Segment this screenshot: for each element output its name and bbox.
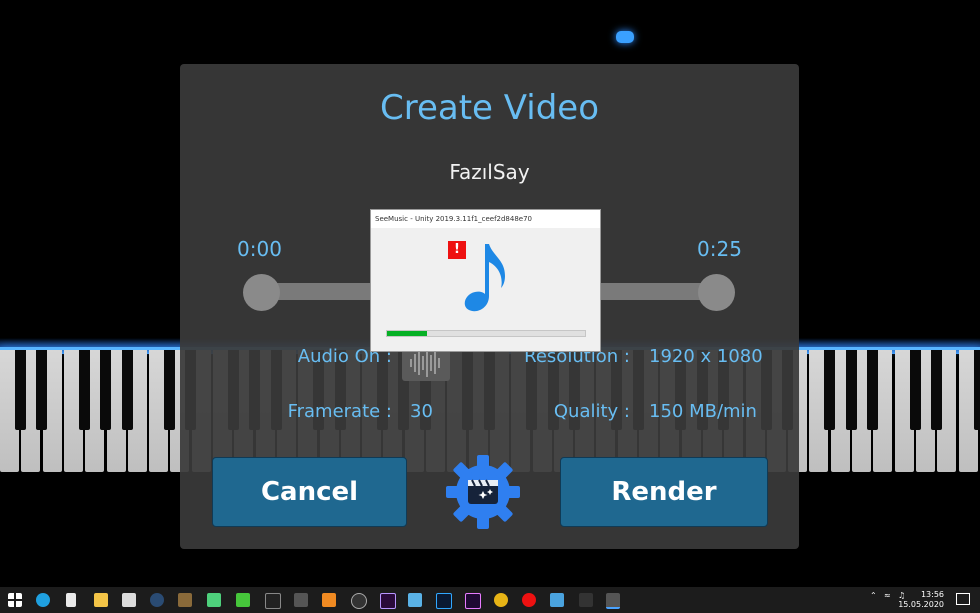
premiere-icon[interactable] xyxy=(465,593,481,609)
quality-value[interactable]: 150 MB/min xyxy=(649,401,757,422)
obs-icon[interactable] xyxy=(351,593,367,609)
loading-progress-fill xyxy=(387,331,427,336)
framerate-label: Framerate : xyxy=(287,401,392,422)
equalizer-icon[interactable] xyxy=(265,593,281,609)
music-note-icon xyxy=(464,244,505,312)
quality-label: Quality : xyxy=(553,401,630,422)
image-viewer-icon[interactable] xyxy=(408,593,422,607)
black-key xyxy=(845,350,857,430)
windows-start-icon[interactable] xyxy=(8,593,22,607)
black-key xyxy=(121,350,133,430)
resolution-value[interactable]: 1920 x 1080 xyxy=(649,346,763,367)
render-button[interactable]: Render xyxy=(560,457,768,527)
end-time: 0:25 xyxy=(697,237,742,261)
black-key xyxy=(78,350,90,430)
notifications-icon[interactable] xyxy=(956,593,970,605)
black-key xyxy=(15,350,26,430)
unity-taskbar-icon[interactable] xyxy=(606,593,620,609)
black-key xyxy=(164,350,176,430)
loading-window-title: SeeMusic - Unity 2019.3.11f1_ceef2d848e7… xyxy=(371,210,600,228)
black-key xyxy=(973,350,980,430)
game-icon[interactable] xyxy=(178,593,192,607)
document-icon[interactable] xyxy=(66,593,76,607)
loading-progress-bar xyxy=(386,330,586,337)
clock-date: 15.05.2020 xyxy=(898,600,944,609)
end-time-handle[interactable] xyxy=(698,274,735,311)
network-icon[interactable]: ≈ xyxy=(884,591,891,600)
camtasia-icon[interactable] xyxy=(236,593,250,607)
black-key xyxy=(36,350,48,430)
windows-taskbar: ⌃ ≈ ♫ 13:56 15.05.2020 xyxy=(0,587,980,613)
unity-loading-window: SeeMusic - Unity 2019.3.11f1_ceef2d848e7… xyxy=(370,209,601,352)
black-key xyxy=(100,350,112,430)
song-name: FazılSay xyxy=(449,160,530,184)
seemusic-taskbar-icon[interactable] xyxy=(579,593,593,607)
after-effects-icon[interactable] xyxy=(380,593,396,609)
dialog-title: Create Video xyxy=(379,88,600,128)
skype-icon[interactable] xyxy=(36,593,50,607)
video-settings-gear-icon[interactable] xyxy=(444,453,522,531)
black-key xyxy=(909,350,921,430)
photoshop-icon[interactable] xyxy=(436,593,452,609)
system-clock[interactable]: 13:56 15.05.2020 xyxy=(898,590,944,610)
mail-icon[interactable] xyxy=(550,593,564,607)
notepad-icon[interactable] xyxy=(122,593,136,607)
start-time-handle[interactable] xyxy=(243,274,280,311)
chrome-icon[interactable] xyxy=(494,593,508,607)
falling-note xyxy=(616,31,634,43)
app-icon[interactable] xyxy=(294,593,308,607)
fl-studio-icon[interactable] xyxy=(322,593,336,607)
black-key xyxy=(824,350,836,430)
discord-like-icon[interactable] xyxy=(207,593,221,607)
black-key xyxy=(930,350,942,430)
start-time: 0:00 xyxy=(237,237,282,261)
file-explorer-icon[interactable] xyxy=(94,593,108,607)
framerate-value[interactable]: 30 xyxy=(410,401,433,422)
clock-time: 13:56 xyxy=(920,590,944,599)
cancel-button[interactable]: Cancel xyxy=(212,457,407,527)
tray-chevron-icon[interactable]: ⌃ xyxy=(870,591,877,600)
steam-icon[interactable] xyxy=(150,593,164,607)
black-key xyxy=(867,350,878,430)
opera-icon[interactable] xyxy=(522,593,536,607)
